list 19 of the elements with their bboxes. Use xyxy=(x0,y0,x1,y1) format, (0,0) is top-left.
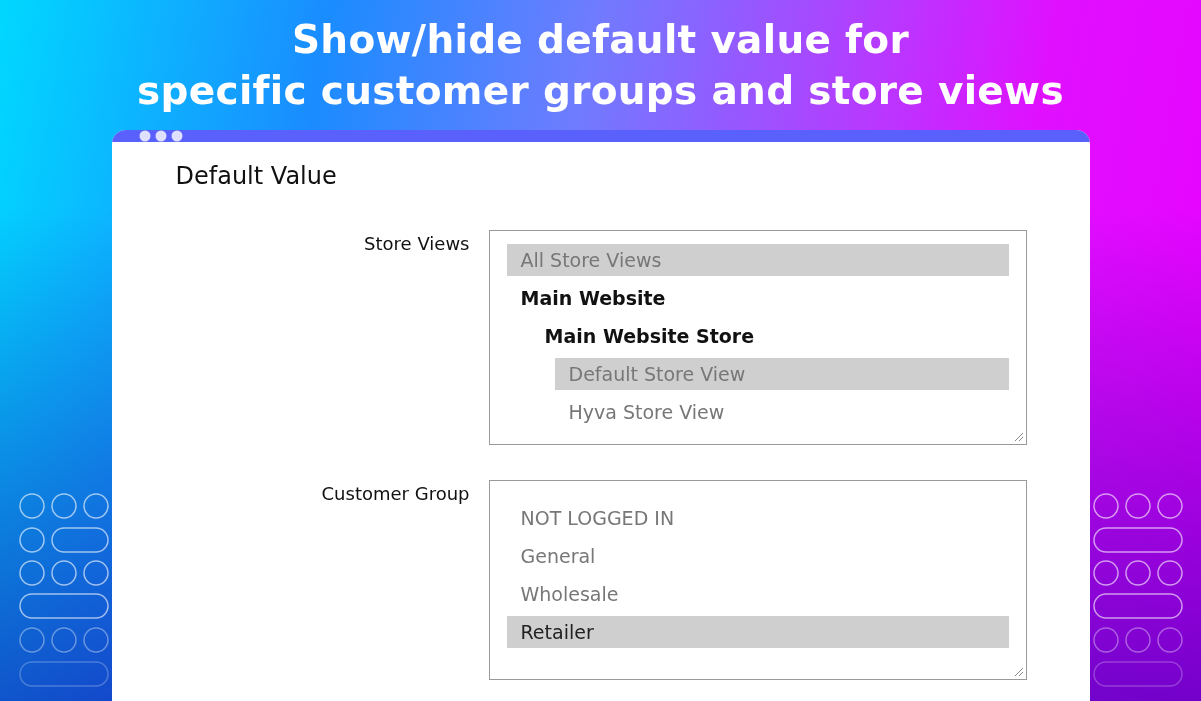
list-option[interactable]: Retailer xyxy=(506,616,1009,648)
section-title: Default Value xyxy=(175,161,338,192)
resize-grip-icon[interactable] xyxy=(1013,432,1024,442)
field-label: Customer Group xyxy=(320,482,470,506)
list-option[interactable]: NOT LOGGED IN xyxy=(506,502,1009,534)
list-option[interactable]: Hyva Store View xyxy=(554,396,1009,428)
field-label: Store Views xyxy=(363,232,470,256)
multiselect-list[interactable]: NOT LOGGED IN General Wholesale Retailer xyxy=(488,480,1027,680)
headline: specific customer groups and store views xyxy=(137,67,1064,115)
multiselect-list[interactable]: All Store Views Main Website Main Website Store Default Store View Hyva Store View xyxy=(488,230,1027,445)
option-group-label: Main Website xyxy=(519,286,667,311)
window-dots-icon xyxy=(138,130,183,142)
option-group-label: Main Website Store xyxy=(543,324,756,349)
list-option[interactable]: All Store Views xyxy=(506,244,1009,276)
list-option[interactable]: General xyxy=(506,540,1009,572)
resize-grip-icon[interactable] xyxy=(1013,667,1024,677)
list-option[interactable]: Default Store View xyxy=(554,358,1009,390)
headline: Show/hide default value for xyxy=(292,16,909,64)
list-option[interactable]: Wholesale xyxy=(506,578,1009,610)
